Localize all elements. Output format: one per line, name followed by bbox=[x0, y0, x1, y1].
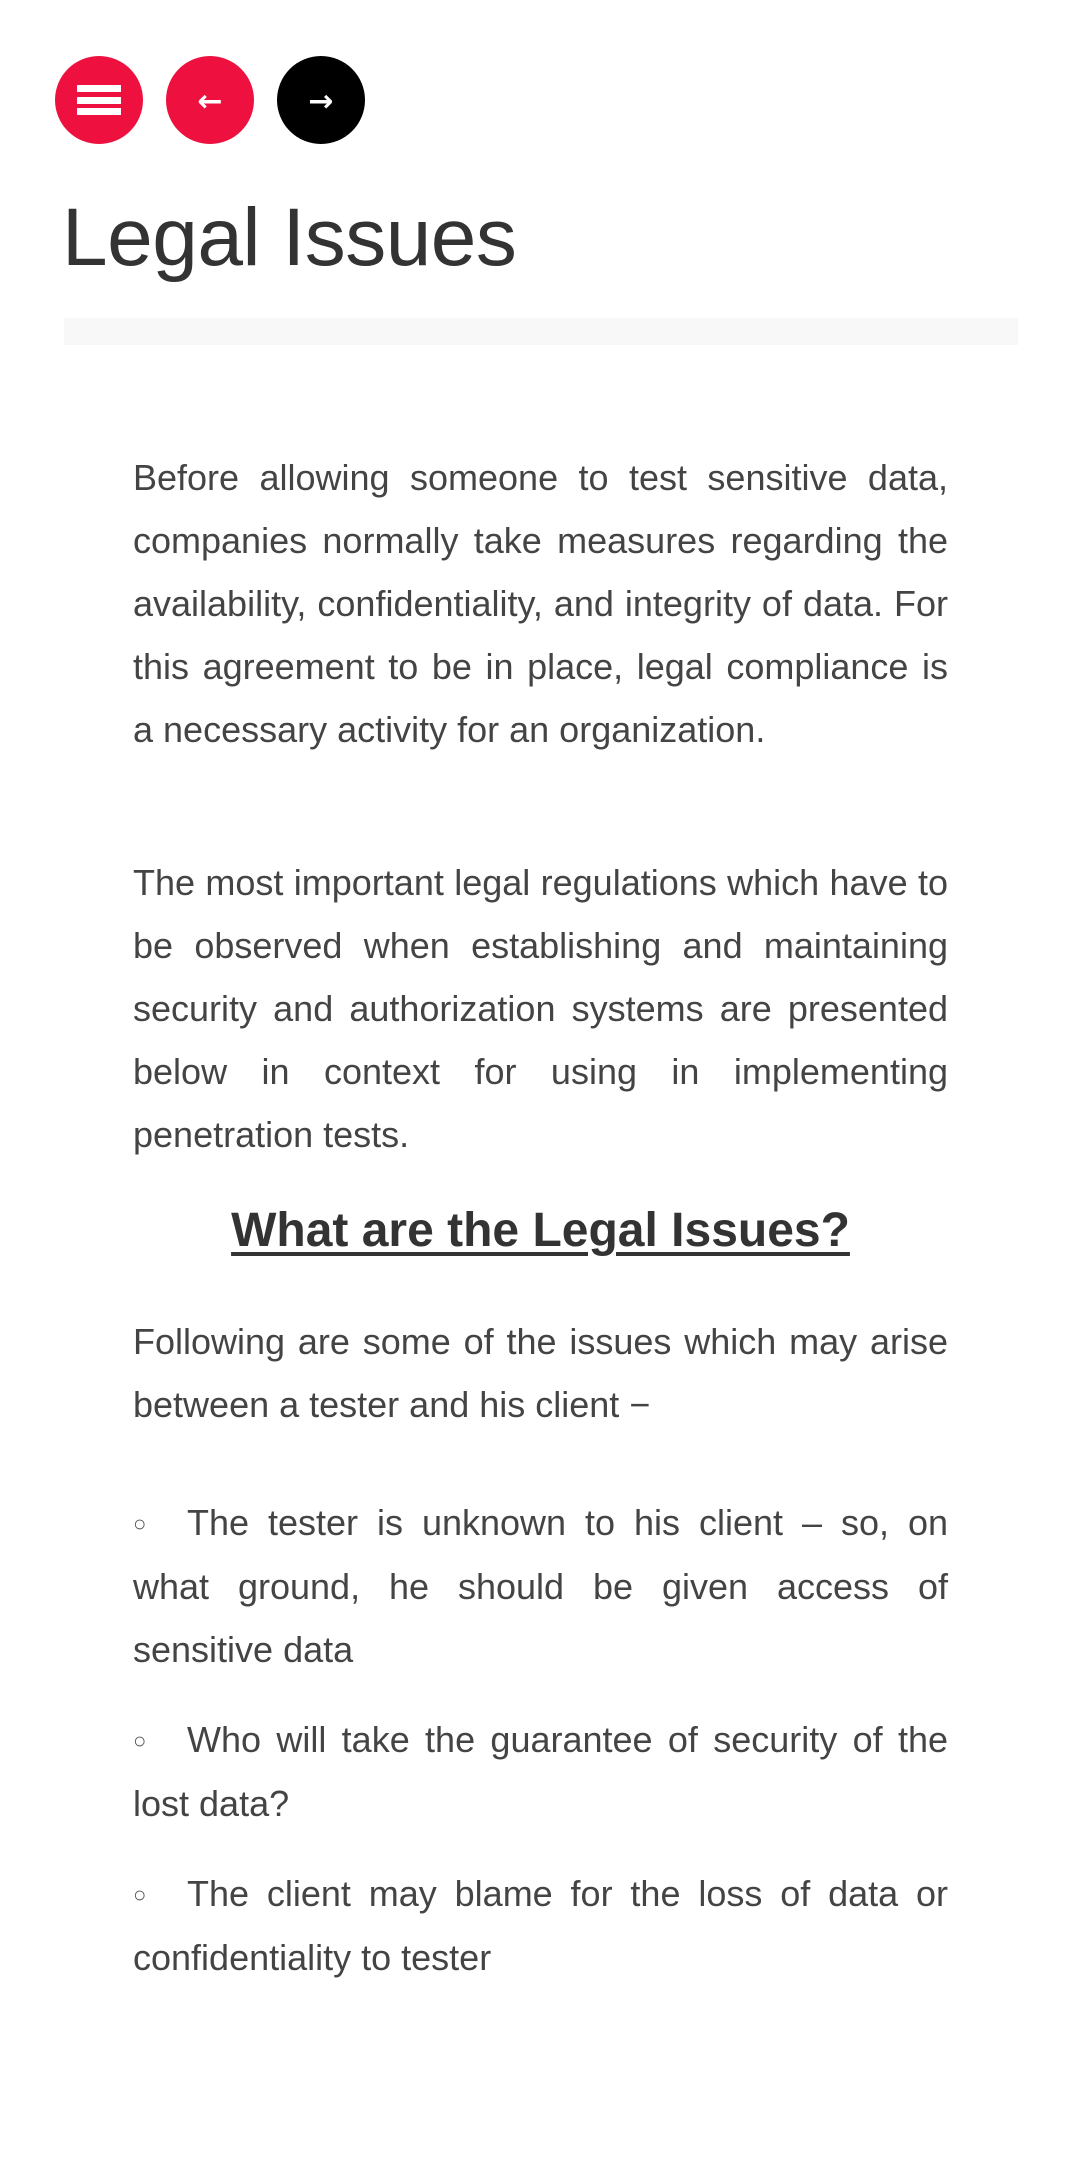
issue-list: ○ The tester is unknown to his client – s… bbox=[133, 1491, 948, 2016]
circle-bullet-icon: ○ bbox=[133, 1728, 147, 1753]
next-page-button[interactable]: → bbox=[277, 56, 365, 144]
page-title: Legal Issues bbox=[62, 192, 517, 283]
list-item-text: The client may blame for the loss of dat… bbox=[133, 1873, 948, 1978]
circle-bullet-icon: ○ bbox=[133, 1511, 147, 1536]
previous-page-button[interactable]: ← bbox=[166, 56, 254, 144]
list-item-text: The tester is unknown to his client – so… bbox=[133, 1502, 948, 1670]
circle-bullet-icon: ○ bbox=[133, 1882, 147, 1907]
arrow-left-icon: ← bbox=[197, 84, 223, 119]
title-divider bbox=[64, 318, 1018, 345]
paragraph: The most important legal regulations whi… bbox=[133, 862, 948, 1155]
arrow-right-icon: → bbox=[308, 84, 334, 119]
list-item: ○ The tester is unknown to his client – s… bbox=[133, 1491, 948, 1681]
list-item: ○ Who will take the guarantee of security… bbox=[133, 1708, 948, 1835]
hamburger-menu-icon bbox=[77, 85, 121, 115]
list-item-text: Who will take the guarantee of security … bbox=[133, 1719, 948, 1824]
intro-paragraph: Following are some of the issues which m… bbox=[133, 1321, 948, 1425]
list-item: ○ The client may blame for the loss of da… bbox=[133, 1862, 948, 1989]
menu-button[interactable] bbox=[55, 56, 143, 144]
paragraph: Before allowing someone to test sensitiv… bbox=[133, 457, 948, 750]
section-heading: What are the Legal Issues? bbox=[231, 1204, 850, 1257]
